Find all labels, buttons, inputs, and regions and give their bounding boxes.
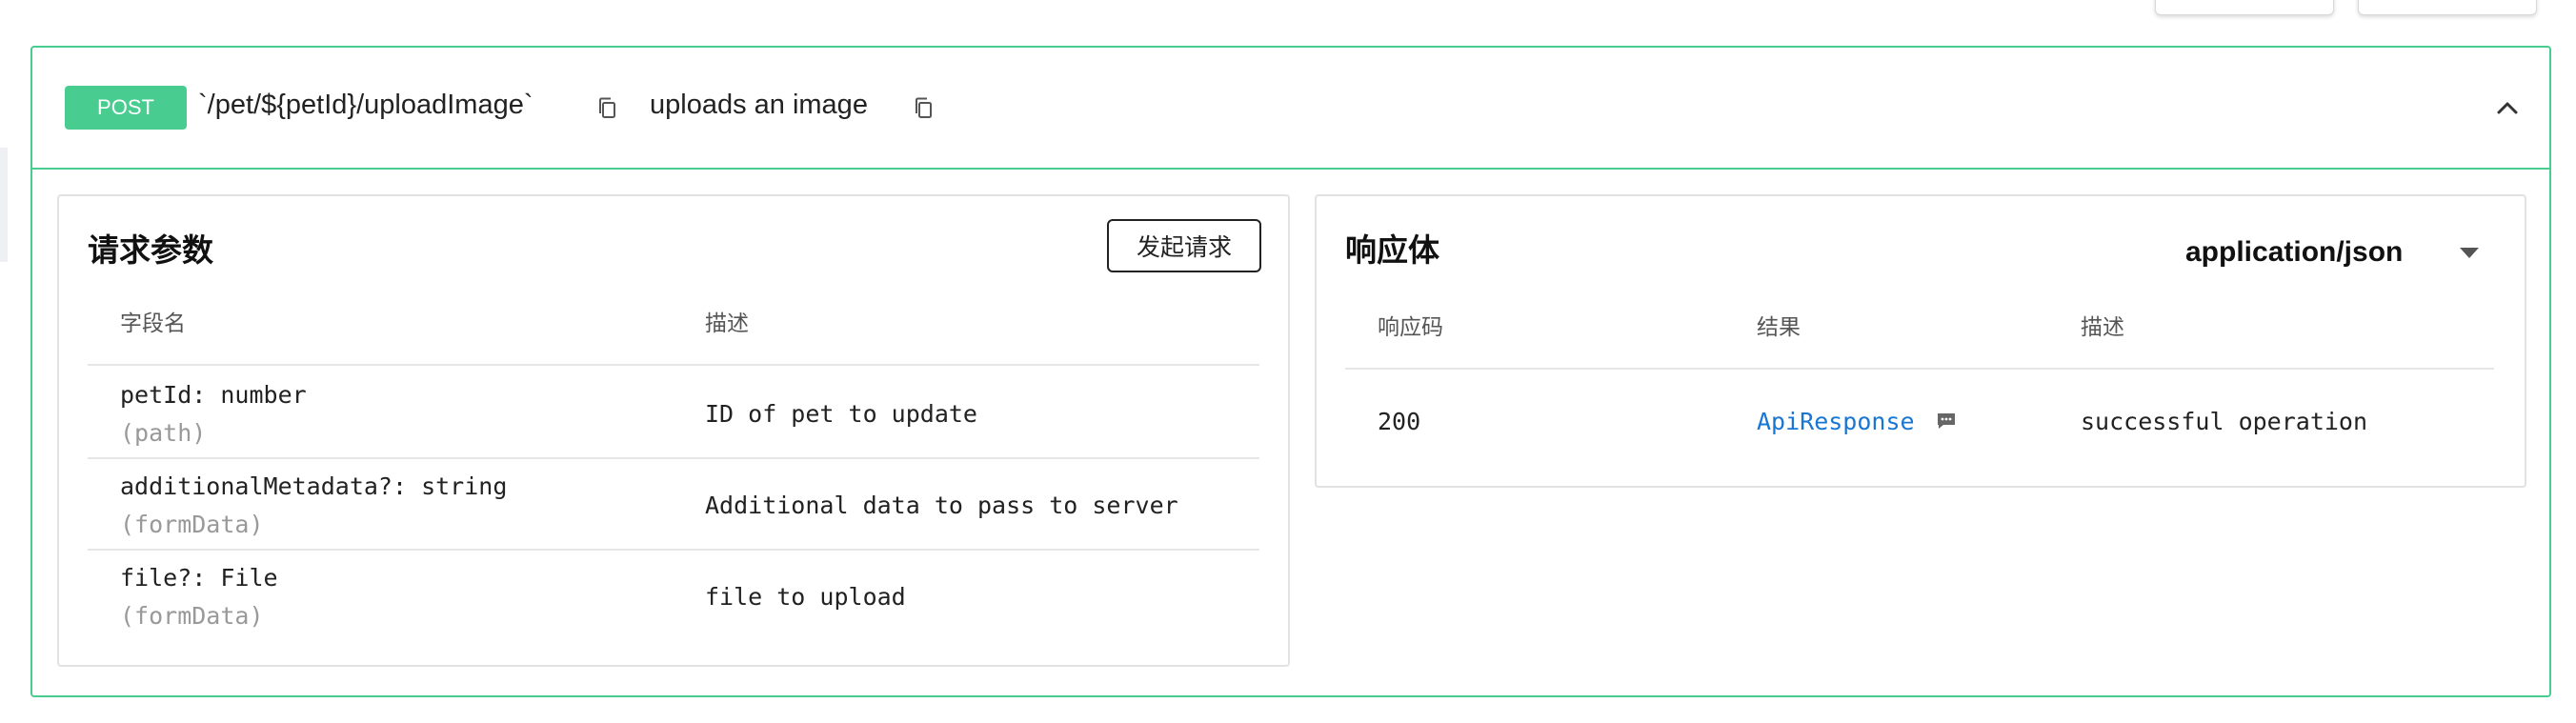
response-panel: 响应体 application/json 响应码 结果 描述 200 ApiRe…	[1315, 194, 2526, 488]
chevron-up-icon[interactable]	[2490, 91, 2525, 126]
request-params-panel: 请求参数 发起请求 字段名 描述 petId: number (path) ID…	[57, 194, 1290, 667]
message-icon[interactable]	[1936, 412, 1957, 431]
param-name: file?: File	[120, 564, 278, 592]
response-title: 响应体	[1345, 232, 1439, 268]
response-description: successful operation	[2081, 408, 2368, 435]
copy-path-icon[interactable]	[596, 95, 619, 122]
top-button-2[interactable]	[2358, 0, 2537, 15]
row-divider	[88, 549, 1259, 551]
param-location: (formData)	[120, 602, 264, 630]
row-divider	[88, 457, 1259, 459]
endpoint-path: `/pet/${petId}/uploadImage`	[198, 90, 533, 120]
param-name: petId: number	[120, 381, 307, 409]
background-edge	[0, 148, 8, 262]
table-header-divider	[1345, 368, 2494, 370]
content-type-value: application/json	[2185, 236, 2404, 268]
endpoint-summary: uploads an image	[650, 90, 868, 120]
caret-down-icon	[2460, 248, 2479, 258]
param-description: file to upload	[705, 583, 906, 611]
table-header-divider	[88, 364, 1259, 366]
param-description: Additional data to pass to server	[705, 492, 1178, 519]
param-location: (formData)	[120, 511, 264, 538]
response-result-link[interactable]: ApiResponse	[1757, 408, 1915, 435]
endpoint-card: POST `/pet/${petId}/uploadImage` uploads…	[30, 46, 2551, 697]
column-header-desc: 描述	[705, 311, 749, 335]
column-header-result: 结果	[1757, 314, 1801, 339]
column-header-field: 字段名	[120, 311, 186, 335]
endpoint-header[interactable]: POST `/pet/${petId}/uploadImage` uploads…	[32, 48, 2549, 170]
param-name: additionalMetadata?: string	[120, 472, 508, 500]
copy-summary-icon[interactable]	[913, 95, 936, 122]
request-params-title: 请求参数	[88, 232, 213, 268]
param-description: ID of pet to update	[705, 400, 977, 428]
content-type-select[interactable]: application/json	[2185, 232, 2500, 278]
column-header-desc: 描述	[2081, 314, 2124, 339]
send-request-button[interactable]: 发起请求	[1107, 219, 1261, 272]
top-button-1[interactable]	[2155, 0, 2334, 15]
column-header-code: 响应码	[1378, 314, 1443, 339]
method-badge: POST	[65, 86, 187, 130]
param-location: (path)	[120, 419, 207, 447]
response-code: 200	[1378, 408, 1421, 435]
